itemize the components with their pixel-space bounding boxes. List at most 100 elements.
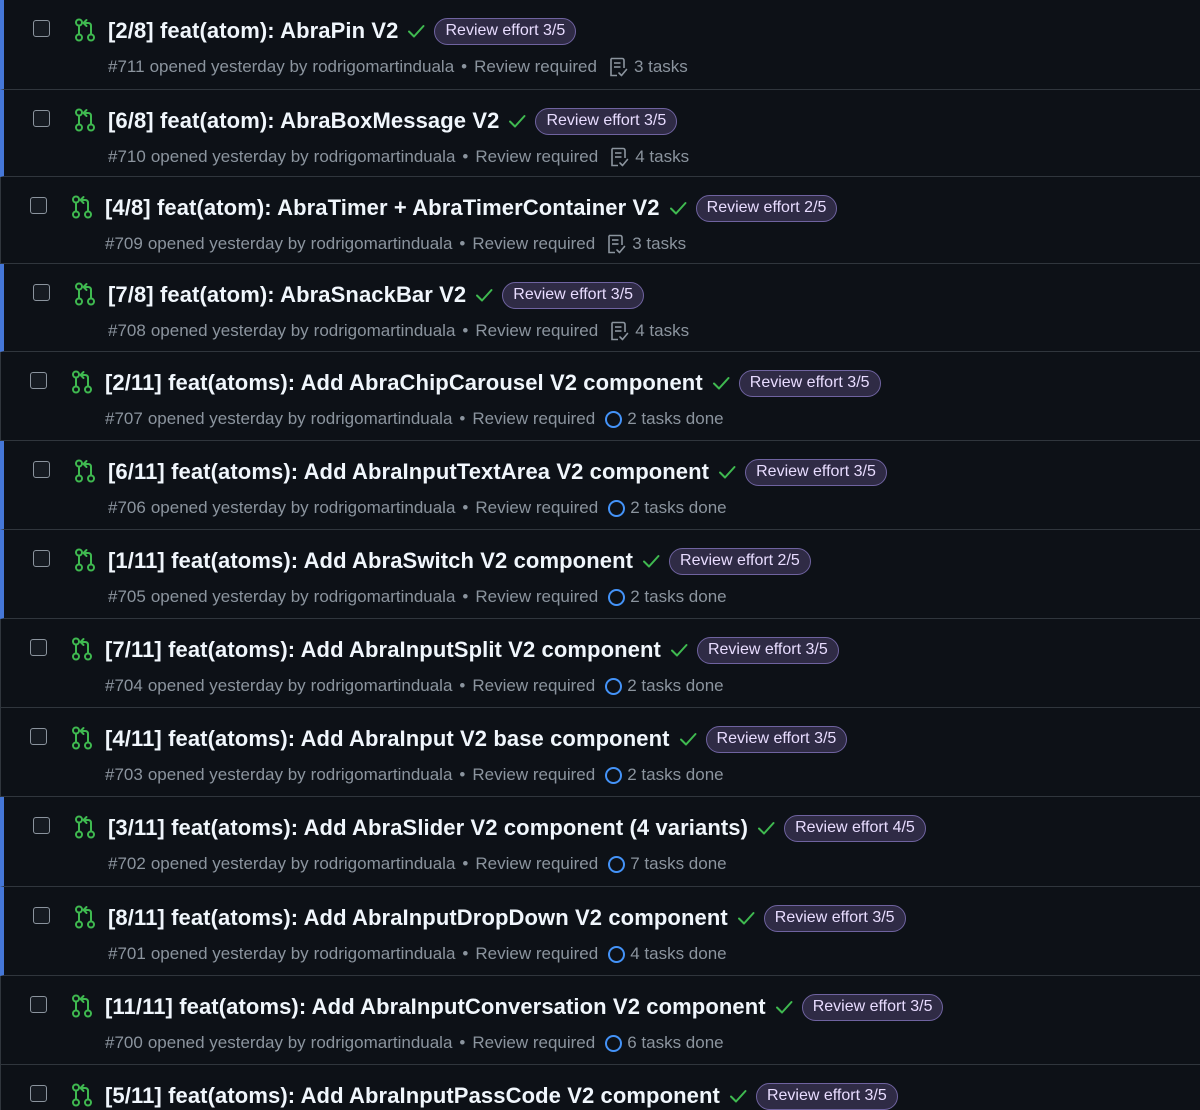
tasks-indicator[interactable]: 6 tasks done xyxy=(605,1033,724,1053)
pr-row[interactable]: [2/11] feat(atoms): Add AbraChipCarousel… xyxy=(0,352,1200,441)
pr-title[interactable]: [7/8] feat(atom): AbraSnackBar V2 xyxy=(108,282,466,308)
pr-title[interactable]: [4/8] feat(atom): AbraTimer + AbraTimerC… xyxy=(105,195,660,221)
review-effort-label[interactable]: Review effort 2/5 xyxy=(695,194,838,222)
select-checkbox[interactable] xyxy=(30,728,47,745)
review-status[interactable]: Review required xyxy=(474,57,597,77)
select-checkbox[interactable] xyxy=(30,639,47,656)
tasks-indicator[interactable]: 3 tasks xyxy=(605,233,686,255)
select-checkbox[interactable] xyxy=(30,1085,47,1102)
author-link[interactable]: rodrigomartinduala xyxy=(311,676,453,696)
pr-title[interactable]: [2/8] feat(atom): AbraPin V2 xyxy=(108,18,398,44)
review-status[interactable]: Review required xyxy=(472,409,595,429)
author-link[interactable]: rodrigomartinduala xyxy=(312,57,454,77)
select-checkbox[interactable] xyxy=(33,550,50,567)
pr-row[interactable]: [7/8] feat(atom): AbraSnackBar V2 Review… xyxy=(0,264,1200,352)
check-success-icon[interactable] xyxy=(668,198,688,218)
pr-title[interactable]: [6/8] feat(atom): AbraBoxMessage V2 xyxy=(108,108,499,134)
pr-title[interactable]: [6/11] feat(atoms): Add AbraInputTextAre… xyxy=(108,459,709,485)
check-success-icon[interactable] xyxy=(669,640,689,660)
select-checkbox[interactable] xyxy=(30,197,47,214)
check-success-icon[interactable] xyxy=(756,818,776,838)
select-checkbox[interactable] xyxy=(33,20,50,37)
select-checkbox[interactable] xyxy=(33,907,50,924)
review-effort-label[interactable]: Review effort 4/5 xyxy=(784,814,926,842)
pr-row[interactable]: [8/11] feat(atoms): Add AbraInputDropDow… xyxy=(0,887,1200,976)
review-status[interactable]: Review required xyxy=(475,498,598,518)
review-effort-label[interactable]: Review effort 3/5 xyxy=(738,369,881,397)
review-effort-label[interactable]: Review effort 3/5 xyxy=(801,993,944,1021)
review-effort-label[interactable]: Review effort 3/5 xyxy=(535,107,678,135)
review-effort-label[interactable]: Review effort 3/5 xyxy=(745,458,887,486)
review-effort-label[interactable]: Review effort 3/5 xyxy=(755,1082,898,1110)
pr-title[interactable]: [2/11] feat(atoms): Add AbraChipCarousel… xyxy=(105,370,703,396)
check-success-icon[interactable] xyxy=(406,21,426,41)
pr-row[interactable]: [11/11] feat(atoms): Add AbraInputConver… xyxy=(0,976,1200,1065)
review-status[interactable]: Review required xyxy=(472,676,595,696)
check-success-icon[interactable] xyxy=(641,551,661,571)
review-effort-label[interactable]: Review effort 3/5 xyxy=(696,636,839,664)
review-status[interactable]: Review required xyxy=(475,587,598,607)
author-link[interactable]: rodrigomartinduala xyxy=(314,944,456,964)
select-checkbox[interactable] xyxy=(33,461,50,478)
check-success-icon[interactable] xyxy=(711,373,731,393)
author-link[interactable]: rodrigomartinduala xyxy=(311,409,453,429)
check-success-icon[interactable] xyxy=(774,997,794,1017)
pr-row[interactable]: [3/11] feat(atoms): Add AbraSlider V2 co… xyxy=(0,797,1200,887)
author-link[interactable]: rodrigomartinduala xyxy=(314,498,456,518)
pr-row[interactable]: [1/11] feat(atoms): Add AbraSwitch V2 co… xyxy=(0,530,1200,619)
check-success-icon[interactable] xyxy=(507,111,527,131)
check-success-icon[interactable] xyxy=(474,285,494,305)
tasks-indicator[interactable]: 4 tasks xyxy=(608,320,689,342)
select-checkbox[interactable] xyxy=(30,996,47,1013)
check-success-icon[interactable] xyxy=(728,1086,748,1106)
pr-title[interactable]: [11/11] feat(atoms): Add AbraInputConver… xyxy=(105,994,766,1020)
tasks-indicator[interactable]: 2 tasks done xyxy=(608,587,727,607)
pr-row[interactable]: [2/8] feat(atom): AbraPin V2 Review effo… xyxy=(0,0,1200,90)
tasks-indicator[interactable]: 2 tasks done xyxy=(605,676,724,696)
author-link[interactable]: rodrigomartinduala xyxy=(314,321,456,341)
review-effort-label[interactable]: Review effort 3/5 xyxy=(763,904,906,932)
review-status[interactable]: Review required xyxy=(472,765,595,785)
pr-row[interactable]: [4/8] feat(atom): AbraTimer + AbraTimerC… xyxy=(0,177,1200,264)
check-success-icon[interactable] xyxy=(678,729,698,749)
review-status[interactable]: Review required xyxy=(472,234,595,254)
author-link[interactable]: rodrigomartinduala xyxy=(314,587,456,607)
pr-row[interactable]: [4/11] feat(atoms): Add AbraInput V2 bas… xyxy=(0,708,1200,797)
review-effort-label[interactable]: Review effort 3/5 xyxy=(705,725,848,753)
pr-row[interactable]: [7/11] feat(atoms): Add AbraInputSplit V… xyxy=(0,619,1200,708)
select-checkbox[interactable] xyxy=(33,284,50,301)
tasks-indicator[interactable]: 2 tasks done xyxy=(605,409,724,429)
select-checkbox[interactable] xyxy=(33,110,50,127)
pr-title[interactable]: [7/11] feat(atoms): Add AbraInputSplit V… xyxy=(105,637,661,663)
tasks-indicator[interactable]: 3 tasks xyxy=(607,56,688,78)
select-checkbox[interactable] xyxy=(33,817,50,834)
review-status[interactable]: Review required xyxy=(475,321,598,341)
check-success-icon[interactable] xyxy=(717,462,737,482)
pr-title[interactable]: [1/11] feat(atoms): Add AbraSwitch V2 co… xyxy=(108,548,633,574)
author-link[interactable]: rodrigomartinduala xyxy=(314,854,456,874)
author-link[interactable]: rodrigomartinduala xyxy=(311,234,453,254)
pr-title[interactable]: [3/11] feat(atoms): Add AbraSlider V2 co… xyxy=(108,815,748,841)
review-status[interactable]: Review required xyxy=(475,854,598,874)
select-checkbox[interactable] xyxy=(30,372,47,389)
pr-row[interactable]: [5/11] feat(atoms): Add AbraInputPassCod… xyxy=(0,1065,1200,1110)
review-effort-label[interactable]: Review effort 3/5 xyxy=(434,17,577,45)
review-status[interactable]: Review required xyxy=(475,147,598,167)
review-status[interactable]: Review required xyxy=(472,1033,595,1053)
review-status[interactable]: Review required xyxy=(475,944,598,964)
author-link[interactable]: rodrigomartinduala xyxy=(314,147,456,167)
tasks-indicator[interactable]: 2 tasks done xyxy=(605,765,724,785)
check-success-icon[interactable] xyxy=(736,908,756,928)
pr-row[interactable]: [6/8] feat(atom): AbraBoxMessage V2 Revi… xyxy=(0,90,1200,177)
author-link[interactable]: rodrigomartinduala xyxy=(311,765,453,785)
tasks-indicator[interactable]: 2 tasks done xyxy=(608,498,727,518)
review-effort-label[interactable]: Review effort 3/5 xyxy=(502,281,645,309)
pr-title[interactable]: [5/11] feat(atoms): Add AbraInputPassCod… xyxy=(105,1083,720,1109)
author-link[interactable]: rodrigomartinduala xyxy=(311,1033,453,1053)
pr-title[interactable]: [8/11] feat(atoms): Add AbraInputDropDow… xyxy=(108,905,728,931)
tasks-indicator[interactable]: 4 tasks done xyxy=(608,944,727,964)
pr-title[interactable]: [4/11] feat(atoms): Add AbraInput V2 bas… xyxy=(105,726,670,752)
tasks-indicator[interactable]: 4 tasks xyxy=(608,146,689,168)
review-effort-label[interactable]: Review effort 2/5 xyxy=(669,547,811,575)
pr-row[interactable]: [6/11] feat(atoms): Add AbraInputTextAre… xyxy=(0,441,1200,530)
